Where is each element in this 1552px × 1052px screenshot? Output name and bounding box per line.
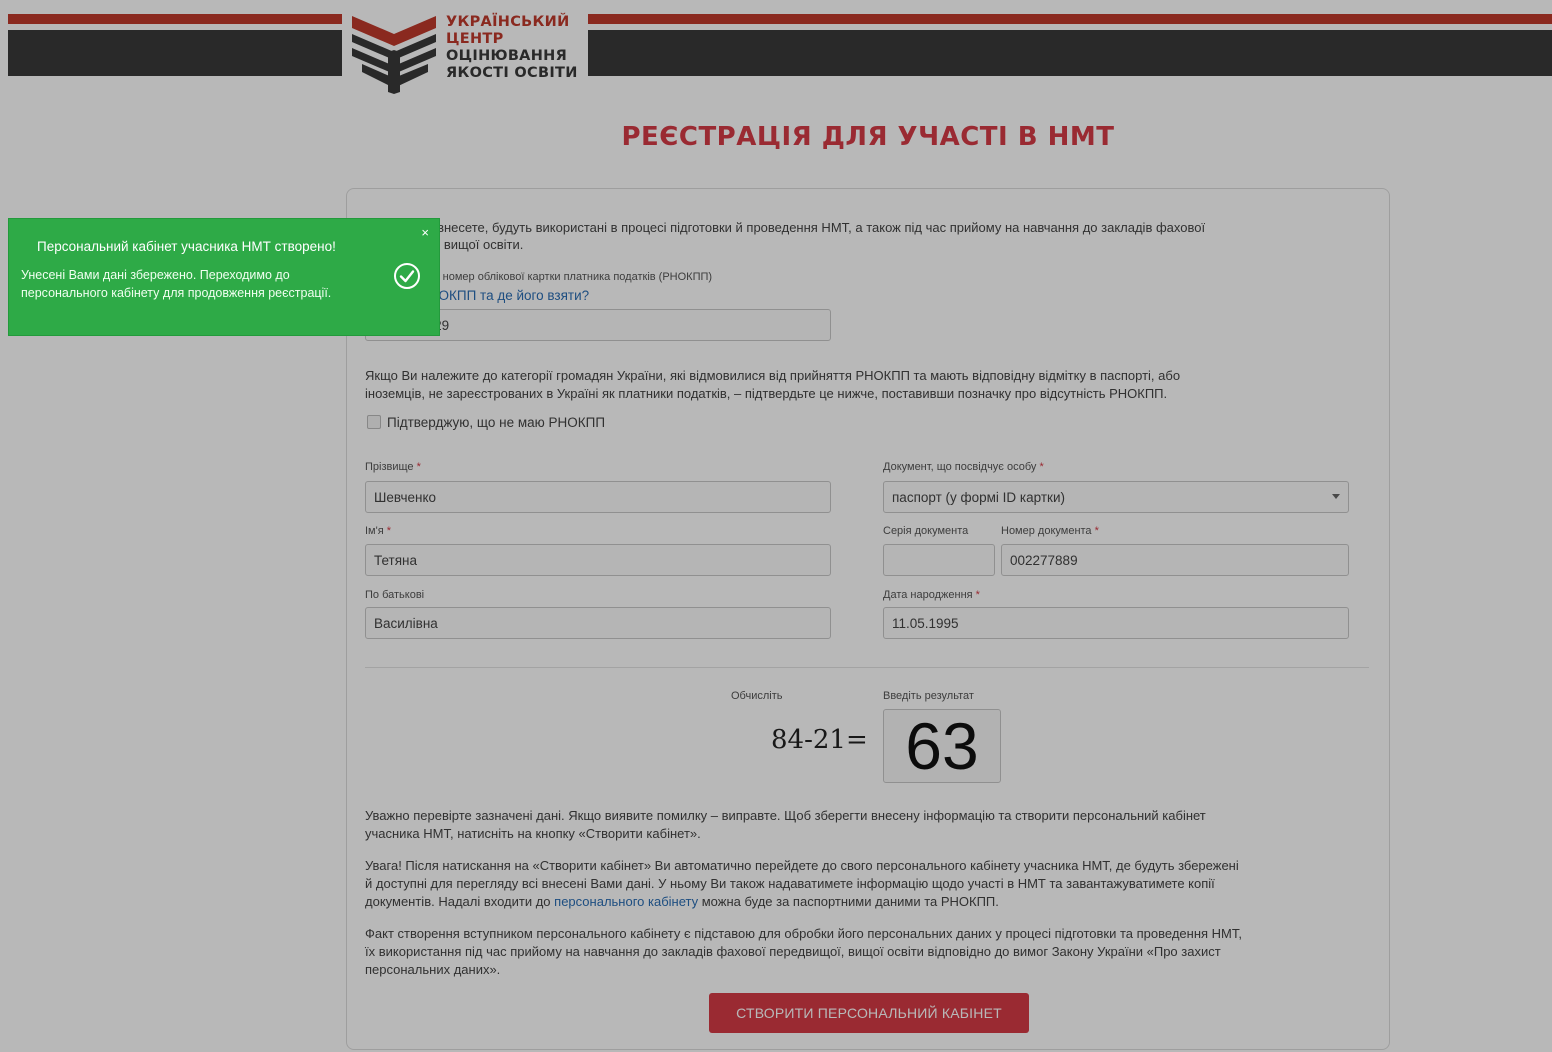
close-icon[interactable]: × (421, 225, 429, 240)
success-toast[interactable]: Персональний кабінет учасника НМТ створе… (8, 218, 440, 336)
toast-title: Персональний кабінет учасника НМТ створе… (37, 239, 336, 254)
modal-overlay (0, 0, 1552, 1052)
check-circle-icon (394, 263, 420, 289)
toast-body: Унесені Вами дані збережено. Переходимо … (21, 268, 332, 300)
